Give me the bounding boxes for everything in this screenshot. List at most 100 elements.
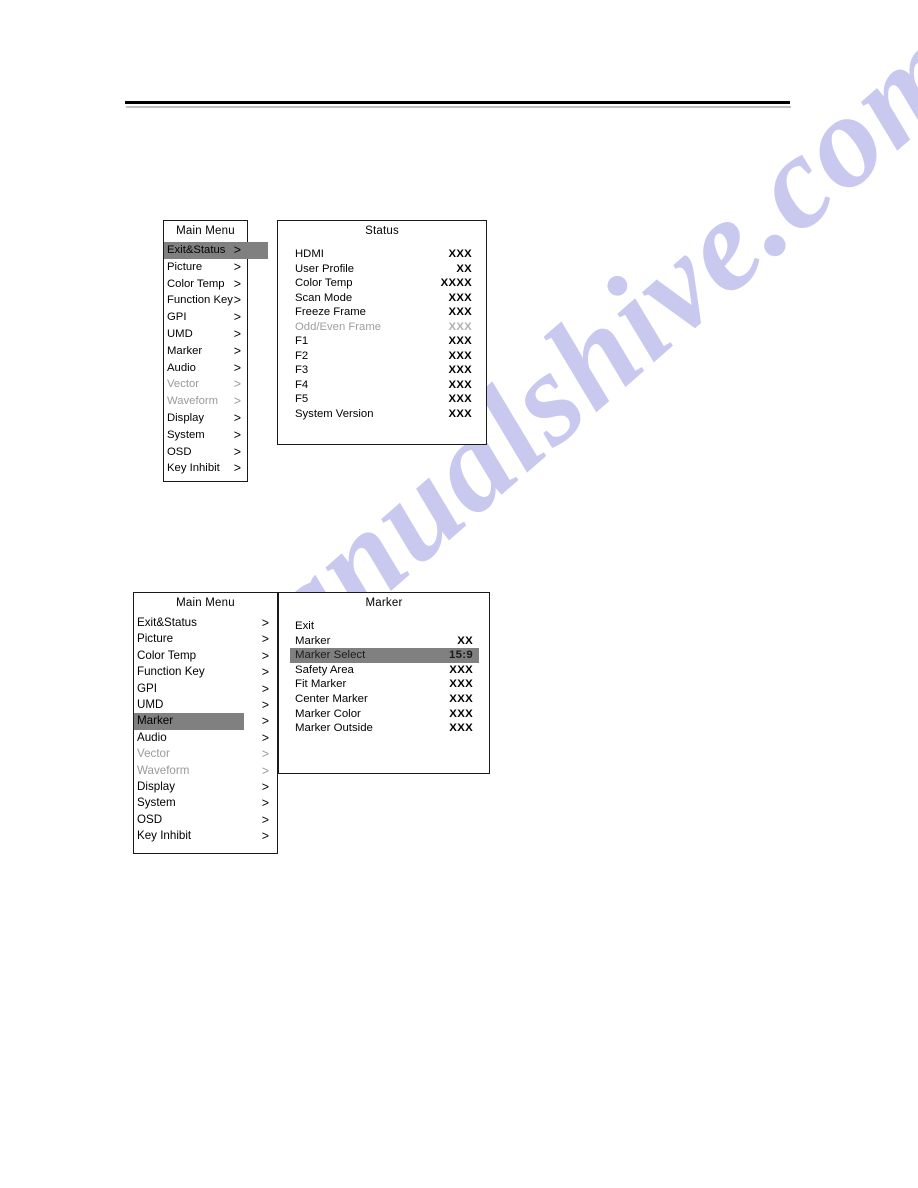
main-menu-item-osd[interactable]: OSD > <box>134 812 277 828</box>
chevron-right-icon: > <box>261 697 269 712</box>
status-row-user-profile[interactable]: User Profile XX <box>290 262 478 277</box>
status-panel: Status HDMI XXX User Profile XX Color Te… <box>277 220 487 445</box>
chevron-right-icon: > <box>261 714 269 729</box>
status-row-freeze-frame[interactable]: Freeze Frame XXX <box>290 305 478 320</box>
marker-row-value: XXX <box>449 692 473 705</box>
marker-row-label: Marker Select <box>295 649 366 662</box>
main-menu-item-gpi[interactable]: GPI > <box>134 681 277 697</box>
status-row-label: Scan Mode <box>295 291 353 304</box>
marker-row-label: Exit <box>295 620 314 632</box>
main-menu-item-audio[interactable]: Audio > <box>164 360 247 377</box>
chevron-right-icon: > <box>261 829 269 844</box>
main-menu-item-gpi[interactable]: GPI > <box>164 309 247 326</box>
marker-row-value: XX <box>457 634 473 647</box>
main-menu-item-exit-status[interactable]: Exit&Status > <box>134 615 277 631</box>
status-row-color-temp[interactable]: Color Temp XXXX <box>290 276 478 291</box>
main-menu-list[interactable]: Exit&Status > Picture > Color Temp > Fun… <box>164 242 268 477</box>
osd-figure-marker: Main Menu Exit&Status > Picture > Color … <box>133 592 491 854</box>
main-menu-item-label: Audio <box>137 730 167 744</box>
main-menu-item-label: Audio <box>167 361 196 374</box>
main-menu-item-umd[interactable]: UMD > <box>134 697 277 713</box>
main-menu-item-waveform[interactable]: Waveform > <box>164 393 247 410</box>
main-menu-item-label: Vector <box>137 747 170 761</box>
main-menu-item-label: Exit&Status <box>167 244 226 256</box>
marker-row-marker-outside[interactable]: Marker Outside XXX <box>290 721 479 736</box>
main-menu-item-vector[interactable]: Vector > <box>164 376 247 393</box>
main-menu-item-color-temp[interactable]: Color Temp > <box>134 648 277 664</box>
main-menu-item-exit-status[interactable]: Exit&Status > <box>164 242 268 259</box>
main-menu-item-label: UMD <box>167 327 193 340</box>
main-menu-item-picture[interactable]: Picture > <box>164 259 247 276</box>
page-header-rule <box>125 101 791 108</box>
marker-row-marker-select[interactable]: Marker Select 15:9 <box>290 648 479 663</box>
marker-panel: Marker Exit Marker XX Marker Select 15:9… <box>278 592 490 774</box>
main-menu-panel-marker: Main Menu Exit&Status > Picture > Color … <box>133 592 278 854</box>
main-menu-item-label: Key Inhibit <box>137 829 192 843</box>
marker-row-value: XXX <box>449 663 473 676</box>
main-menu-item-color-temp[interactable]: Color Temp > <box>164 276 247 293</box>
chevron-right-icon: > <box>261 616 269 630</box>
status-row-label: F5 <box>295 393 309 405</box>
status-panel-title: Status <box>365 225 399 237</box>
main-menu-item-marker[interactable]: Marker > <box>134 713 277 730</box>
marker-row-label: Center Marker <box>295 692 368 705</box>
status-row-scan-mode[interactable]: Scan Mode XXX <box>290 291 478 306</box>
main-menu-item-label: Vector <box>167 378 200 391</box>
marker-row-marker[interactable]: Marker XX <box>290 634 479 649</box>
main-menu-item-label: Waveform <box>167 395 219 408</box>
chevron-right-icon: > <box>261 681 269 696</box>
main-menu-item-display[interactable]: Display > <box>164 410 247 427</box>
status-row-hdmi[interactable]: HDMI XXX <box>290 247 478 262</box>
main-menu-item-osd[interactable]: OSD > <box>164 444 247 461</box>
status-row-value: XXX <box>448 306 472 318</box>
main-menu-item-vector[interactable]: Vector > <box>134 746 277 762</box>
main-menu-list[interactable]: Exit&Status > Picture > Color Temp > Fun… <box>134 615 277 844</box>
main-menu-item-label: Color Temp <box>137 648 197 662</box>
main-menu-item-waveform[interactable]: Waveform > <box>134 763 277 779</box>
main-menu-item-display[interactable]: Display > <box>134 779 277 795</box>
status-row-odd-even-frame[interactable]: Odd/Even Frame XXX <box>290 320 478 335</box>
status-row-system-version[interactable]: System Version XXX <box>290 407 478 422</box>
main-menu-item-label: Key Inhibit <box>167 462 220 475</box>
main-menu-item-function-key[interactable]: Function Key > <box>164 292 247 309</box>
marker-row-exit[interactable]: Exit <box>290 619 479 634</box>
main-menu-item-function-key[interactable]: Function Key > <box>134 664 277 680</box>
osd-figure-status: Main Menu Exit&Status > Picture > Color … <box>163 220 488 482</box>
main-menu-item-label: Display <box>137 779 176 793</box>
main-menu-item-picture[interactable]: Picture > <box>134 631 277 647</box>
chevron-right-icon: > <box>233 427 241 442</box>
chevron-right-icon: > <box>261 665 269 680</box>
main-menu-item-label: Marker <box>137 714 174 728</box>
chevron-right-icon: > <box>233 394 241 409</box>
marker-row-fit-marker[interactable]: Fit Marker XXX <box>290 677 479 692</box>
main-menu-item-label: Function Key <box>167 294 233 307</box>
chevron-right-icon: > <box>233 461 241 476</box>
main-menu-item-marker[interactable]: Marker > <box>164 343 247 360</box>
marker-row-marker-color[interactable]: Marker Color XXX <box>290 707 479 722</box>
main-menu-item-umd[interactable]: UMD > <box>164 326 247 343</box>
main-menu-item-label: GPI <box>137 681 157 695</box>
status-row-value: XXX <box>448 248 472 260</box>
marker-row-center-marker[interactable]: Center Marker XXX <box>290 692 479 707</box>
status-row-f3[interactable]: F3 XXX <box>290 363 478 378</box>
main-menu-item-system[interactable]: System > <box>134 795 277 811</box>
status-row-value: XXXX <box>440 277 472 289</box>
status-row-label: System Version <box>295 407 374 420</box>
status-row-f1[interactable]: F1 XXX <box>290 334 478 349</box>
status-row-f2[interactable]: F2 XXX <box>290 349 478 364</box>
main-menu-item-key-inhibit[interactable]: Key Inhibit > <box>164 460 247 477</box>
chevron-right-icon: > <box>233 326 241 341</box>
status-row-label: F2 <box>295 349 309 362</box>
status-row-f4[interactable]: F4 XXX <box>290 378 478 393</box>
main-menu-item-system[interactable]: System > <box>164 427 247 444</box>
chevron-right-icon: > <box>233 360 241 375</box>
main-menu-item-audio[interactable]: Audio > <box>134 730 277 746</box>
marker-row-safety-area[interactable]: Safety Area XXX <box>290 663 479 678</box>
status-row-value: XXX <box>448 407 472 420</box>
chevron-right-icon: > <box>261 763 269 778</box>
marker-row-value: XXX <box>449 707 473 720</box>
main-menu-item-key-inhibit[interactable]: Key Inhibit > <box>134 828 277 844</box>
main-menu-title: Main Menu <box>176 597 235 609</box>
status-row-f5[interactable]: F5 XXX <box>290 392 478 407</box>
marker-row-label: Marker <box>295 634 331 647</box>
